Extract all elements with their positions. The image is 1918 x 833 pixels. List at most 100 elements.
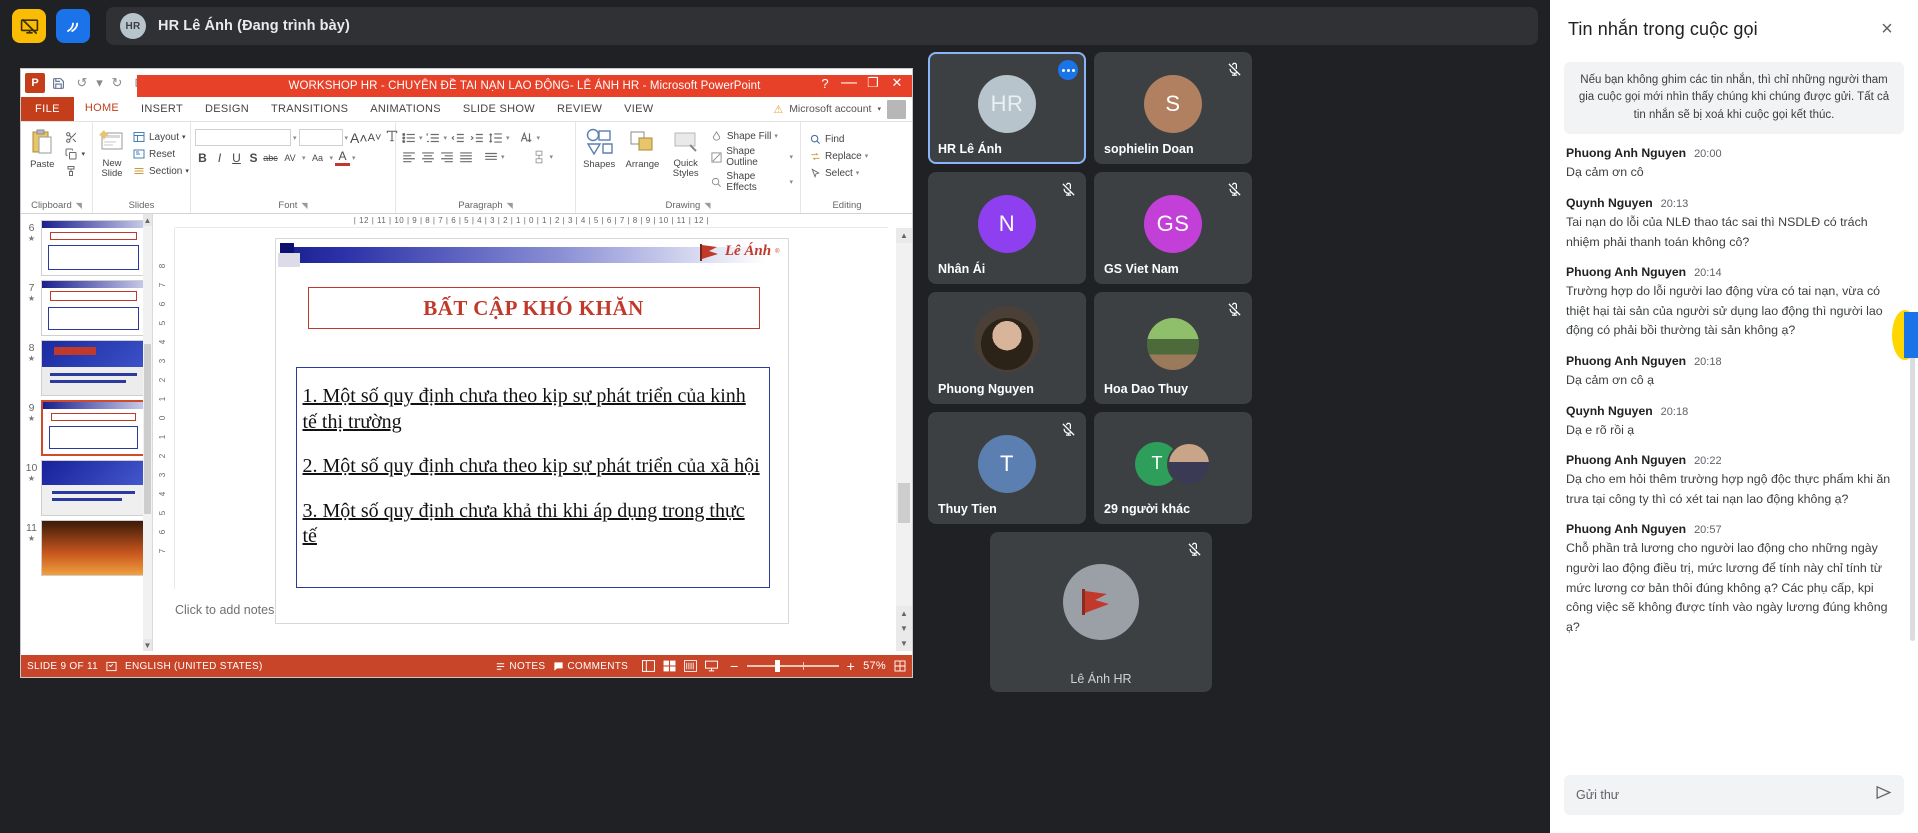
- dialog-launcher-icon[interactable]: ◥: [301, 199, 307, 213]
- slide-thumbnail-pane[interactable]: 6★ 7★ 8★ 9★ 10★: [21, 214, 153, 651]
- scroll-up-icon[interactable]: ▲: [143, 214, 152, 226]
- participant-tile-sophielin-doan[interactable]: S sophielin Doan: [1094, 52, 1252, 164]
- shapes-button[interactable]: Shapes: [580, 125, 618, 170]
- arrange-button[interactable]: Arrange: [620, 125, 664, 170]
- dialog-launcher-icon[interactable]: ◥: [704, 199, 710, 213]
- find-button[interactable]: Find: [805, 131, 871, 147]
- justify-icon[interactable]: [457, 149, 474, 164]
- chat-message-list[interactable]: Phuong Anh Nguyen 20:00 Dạ cảm ơn cô Quy…: [1550, 146, 1918, 769]
- participant-tile-nhan-ai[interactable]: N Nhân Ái: [928, 172, 1086, 284]
- align-left-icon[interactable]: [400, 149, 417, 164]
- slide-canvas-area[interactable]: Lê Ánh® BẤT CẬP KHÓ KHĂN 1. Một số quy đ…: [175, 228, 888, 589]
- slide-thumbnail[interactable]: 10★: [21, 456, 152, 516]
- bold-button[interactable]: B: [195, 151, 210, 165]
- more-options-icon[interactable]: [1058, 60, 1078, 80]
- line-spacing-icon[interactable]: [487, 130, 504, 145]
- comments-button[interactable]: COMMENTS: [553, 661, 628, 672]
- cut-button[interactable]: [61, 129, 88, 145]
- participant-tile-phuong-nguyen[interactable]: Phuong Nguyen: [928, 292, 1086, 404]
- slide-thumbnail[interactable]: 6★: [21, 216, 152, 276]
- reading-view-icon[interactable]: [684, 660, 697, 672]
- undo-dropdown-icon[interactable]: ▾: [95, 72, 104, 94]
- slide-thumbnail-selected[interactable]: 9★: [21, 396, 152, 456]
- underline-button[interactable]: U: [229, 151, 244, 165]
- font-color-button[interactable]: A: [335, 149, 350, 166]
- account-area[interactable]: ⚠ Microsoft account ▾: [773, 97, 912, 121]
- spellcheck-icon[interactable]: [106, 661, 117, 672]
- font-name-input[interactable]: [195, 129, 291, 146]
- scrollbar-thumb[interactable]: [144, 344, 151, 514]
- tab-slide-show[interactable]: SLIDE SHOW: [452, 97, 546, 121]
- tab-review[interactable]: REVIEW: [546, 97, 613, 121]
- zoom-in-button[interactable]: +: [847, 658, 855, 674]
- section-button[interactable]: Section ▾: [129, 163, 192, 179]
- paste-button[interactable]: Paste: [25, 125, 59, 170]
- chat-input[interactable]: Gửi thư: [1564, 775, 1904, 815]
- decrease-indent-icon[interactable]: [449, 130, 466, 145]
- slide-thumbnail[interactable]: 8★: [21, 336, 152, 396]
- change-case-button[interactable]: Aa: [308, 153, 328, 163]
- presenting-chip[interactable]: HR HR Lê Ánh (Đang trình bày): [106, 7, 1538, 45]
- convert-to-smartart-icon[interactable]: [531, 149, 548, 164]
- text-shadow-button[interactable]: S: [246, 151, 261, 165]
- copy-button[interactable]: ▾: [61, 146, 88, 162]
- zoom-slider-handle[interactable]: [775, 660, 780, 672]
- notes-button[interactable]: NOTES: [495, 661, 545, 672]
- slide-canvas[interactable]: Lê Ánh® BẤT CẬP KHÓ KHĂN 1. Một số quy đ…: [275, 238, 789, 624]
- shape-effects-button[interactable]: Shape Effects ▾: [707, 170, 796, 194]
- tab-animations[interactable]: ANIMATIONS: [359, 97, 452, 121]
- tab-design[interactable]: DESIGN: [194, 97, 260, 121]
- tab-home[interactable]: HOME: [74, 97, 130, 121]
- slide-thumbnail[interactable]: 7★: [21, 276, 152, 336]
- tab-file[interactable]: FILE: [21, 97, 74, 121]
- redo-icon[interactable]: ↻: [106, 72, 128, 94]
- shape-outline-button[interactable]: Shape Outline ▾: [707, 145, 796, 169]
- restore-button[interactable]: ❐: [862, 73, 884, 93]
- align-center-icon[interactable]: [419, 149, 436, 164]
- increase-indent-icon[interactable]: [468, 130, 485, 145]
- participant-tile-thuy-tien[interactable]: T Thuy Tien: [928, 412, 1086, 524]
- tab-transitions[interactable]: TRANSITIONS: [260, 97, 359, 121]
- scroll-down-icon[interactable]: ▼: [896, 621, 912, 636]
- edge-notification-badge[interactable]: [1896, 310, 1918, 360]
- participant-tile-hr-le-anh[interactable]: HR HR Lê Ánh: [928, 52, 1086, 164]
- shape-fill-button[interactable]: Shape Fill ▾: [707, 128, 796, 144]
- jamboard-icon[interactable]: [56, 9, 90, 43]
- send-icon[interactable]: [1875, 784, 1892, 806]
- italic-button[interactable]: I: [212, 151, 227, 165]
- close-button[interactable]: ✕: [886, 73, 908, 93]
- scroll-down-icon[interactable]: ▼: [143, 639, 152, 651]
- increase-font-size-icon[interactable]: A˄: [350, 130, 365, 146]
- participant-tile-le-anh-hr[interactable]: Lê Ánh HR: [990, 532, 1212, 692]
- new-slide-button[interactable]: New Slide: [97, 125, 127, 180]
- slideshow-icon[interactable]: [705, 660, 718, 672]
- layout-button[interactable]: Layout ▾: [129, 129, 192, 145]
- undo-icon[interactable]: ↺: [71, 72, 93, 94]
- slide-title-placeholder[interactable]: BẤT CẬP KHÓ KHĂN: [308, 287, 760, 329]
- fit-slide-icon[interactable]: [894, 660, 906, 672]
- editor-scrollbar[interactable]: ▲ ▲ ▼ ▼: [896, 228, 912, 651]
- align-right-icon[interactable]: [438, 149, 455, 164]
- font-size-input[interactable]: [299, 129, 343, 146]
- thumbnail-scrollbar[interactable]: ▲ ▼: [143, 214, 152, 651]
- scrollbar-thumb[interactable]: [898, 483, 910, 523]
- normal-view-icon[interactable]: [642, 660, 655, 672]
- character-spacing-button[interactable]: AV: [280, 153, 300, 163]
- slide-sorter-icon[interactable]: [663, 660, 676, 672]
- slide-editor[interactable]: | 12 | 11 | 10 | 9 | 8 | 7 | 6 | 5 | 4 |…: [153, 214, 912, 651]
- bullets-icon[interactable]: [400, 130, 417, 145]
- scroll-up-icon[interactable]: ▲: [896, 228, 912, 243]
- presentation-off-icon[interactable]: [12, 9, 46, 43]
- reset-button[interactable]: Reset: [129, 146, 192, 162]
- quick-styles-button[interactable]: Quick Styles: [667, 125, 705, 180]
- dialog-launcher-icon[interactable]: ◥: [507, 199, 513, 213]
- format-painter-button[interactable]: [61, 163, 88, 179]
- participant-tile-hoa-dao-thuy[interactable]: Hoa Dao Thuy: [1094, 292, 1252, 404]
- notes-pane[interactable]: Click to add notes: [175, 597, 888, 641]
- strikethrough-button[interactable]: abc: [263, 153, 278, 163]
- previous-slide-icon[interactable]: ▲: [896, 606, 912, 621]
- tab-insert[interactable]: INSERT: [130, 97, 194, 121]
- close-icon[interactable]: ×: [1874, 16, 1900, 42]
- columns-icon[interactable]: [482, 149, 499, 164]
- language-indicator[interactable]: ENGLISH (UNITED STATES): [125, 661, 263, 672]
